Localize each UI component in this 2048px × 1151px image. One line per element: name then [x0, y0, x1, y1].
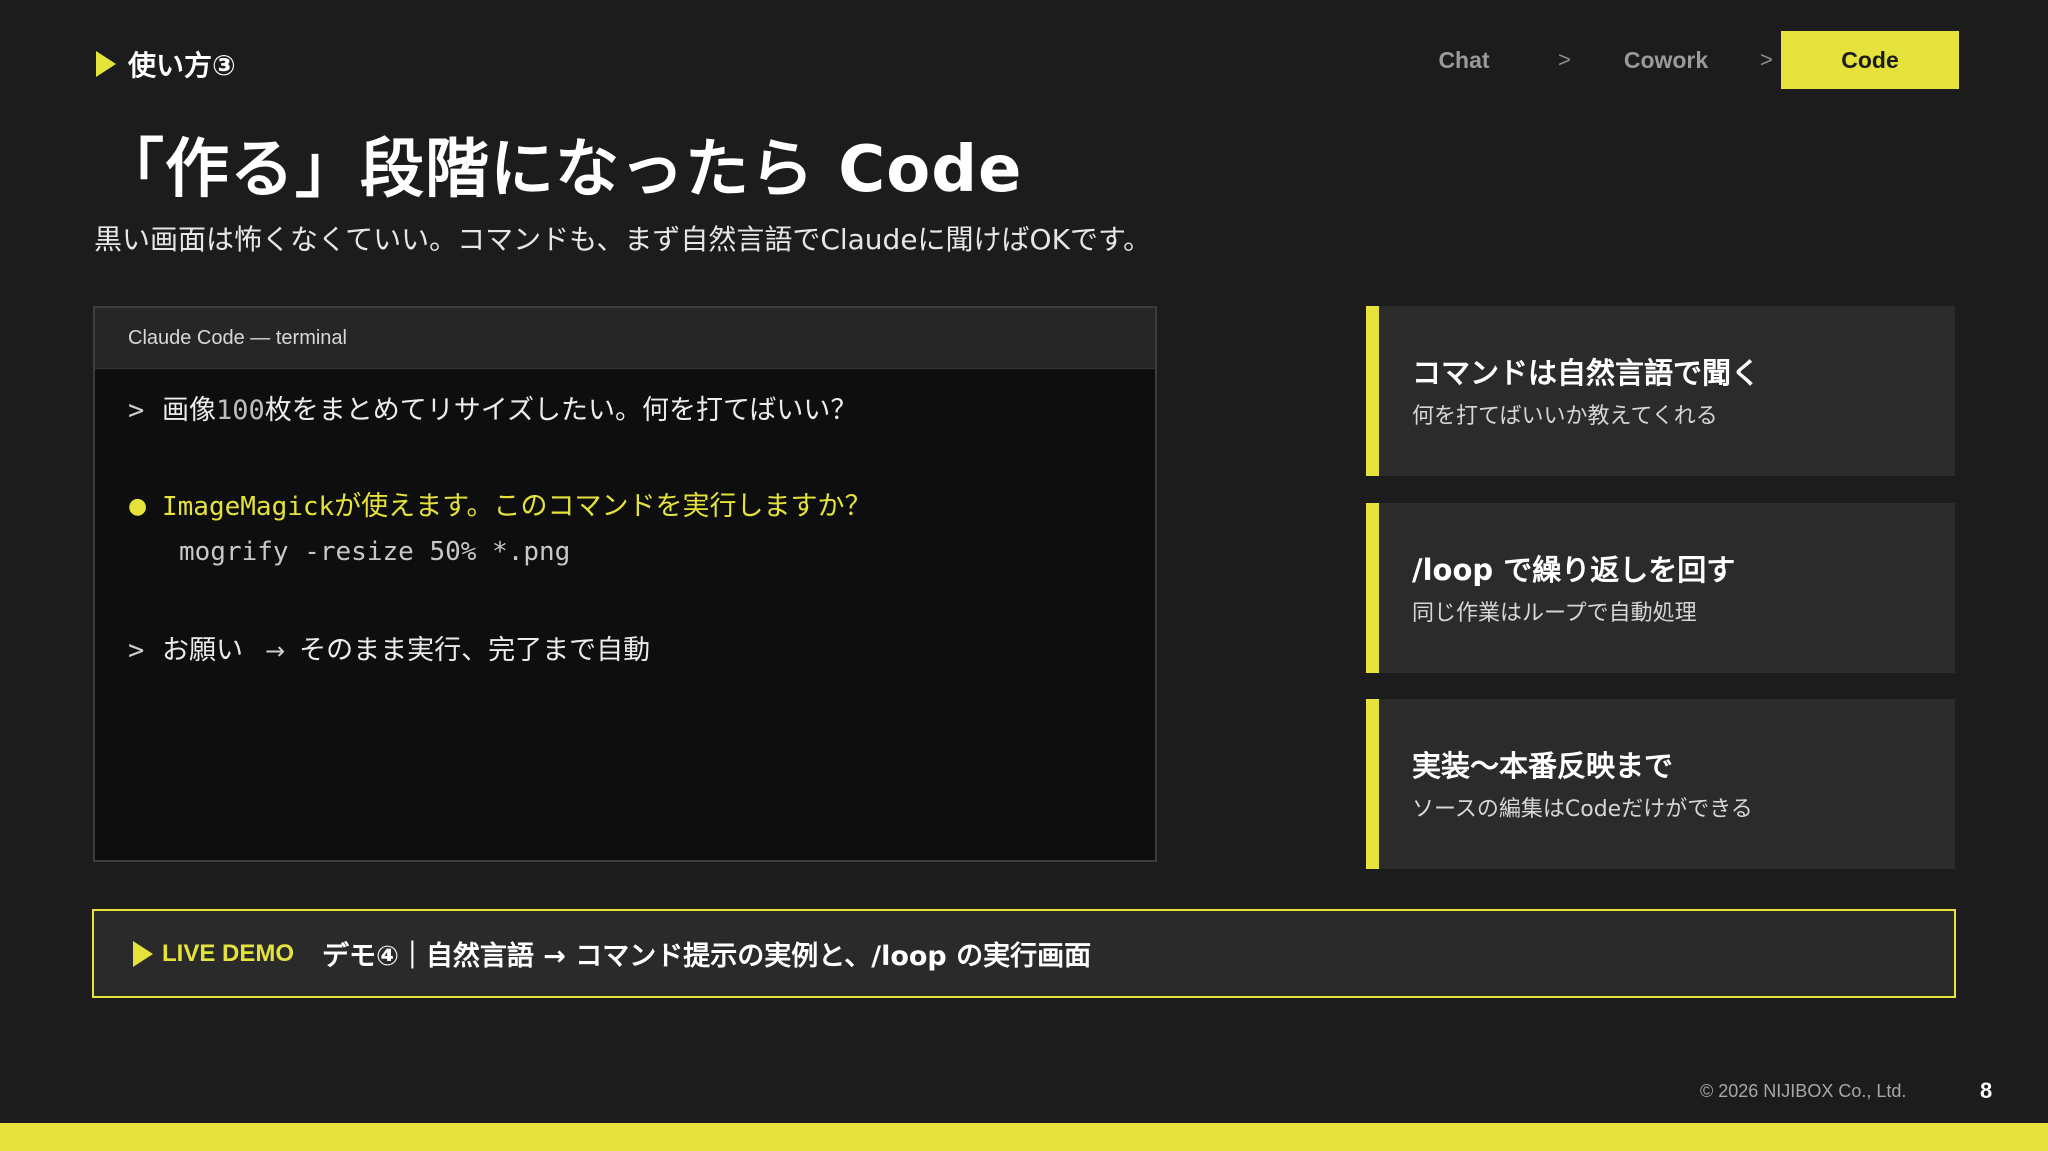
live-demo-text: デモ④｜自然言語 → コマンド提示の実例と、/loop の実行画面 [322, 941, 1092, 972]
bottom-accent-stripe [0, 1123, 2048, 1151]
step-chat: Chat [1438, 46, 1490, 73]
terminal-ai-line: ● ImageMagickが使えます。このコマンドを実行しますか？ [128, 484, 872, 523]
user-message-part: 画像 [162, 395, 216, 426]
ai-tool-name: ImageMagick [162, 492, 335, 522]
feature-card-title: コマンドは自然言語で聞く [1412, 356, 1761, 390]
play-triangle-icon [96, 51, 116, 77]
feature-card: /loop で繰り返しを回す 同じ作業はループで自動処理 [1366, 503, 1955, 673]
feature-card-title: 実装〜本番反映まで [1412, 749, 1674, 783]
step-cowork: Cowork [1623, 46, 1709, 73]
live-demo-tag: LIVE DEMO [162, 939, 295, 967]
prompt-symbol: > [128, 395, 145, 426]
play-triangle-icon [133, 940, 153, 967]
response-bullet-icon: ● [128, 494, 148, 519]
feature-card-desc: 同じ作業はループで自動処理 [1412, 601, 1697, 626]
execution-result: そのまま実行、完了まで自動 [299, 635, 651, 666]
suggested-command: mogrify -resize 50% *.png [179, 537, 571, 567]
page-subtitle: 黒い画面は怖くなくていい。コマンドも、まず自然言語でClaudeに聞けばOKです… [94, 223, 1152, 256]
arrow-right-icon: → [265, 637, 286, 665]
page-title: 「作る」段階になったら Code [100, 133, 1023, 207]
terminal-title: Claude Code — terminal [128, 326, 347, 349]
prompt-symbol: > [128, 635, 145, 666]
feature-card-desc: ソースの編集はCodeだけができる [1412, 797, 1753, 822]
section-label: 使い方③ [96, 44, 236, 84]
feature-card-title: /loop で繰り返しを回す [1412, 553, 1736, 587]
section-label-text: 使い方③ [128, 49, 236, 82]
live-demo-banner: LIVE DEMO デモ④｜自然言語 → コマンド提示の実例と、/loop の実… [92, 909, 1956, 998]
user-reply: お願い [162, 635, 243, 666]
copyright: © 2026 NIJIBOX Co., Ltd. [1700, 1081, 1907, 1101]
step-code-active: Code [1781, 31, 1959, 89]
terminal-user-line: > お願い → そのまま実行、完了まで自動 [128, 628, 650, 667]
terminal-window: Claude Code — terminal > 画像100枚をまとめてリサイズし… [93, 306, 1157, 862]
ai-response-text: が使えます。このコマンドを実行しますか？ [334, 491, 872, 522]
page-number: 8 [1980, 1078, 1993, 1103]
terminal-title-bar: Claude Code — terminal [95, 308, 1155, 369]
terminal-user-line: > 画像100枚をまとめてリサイズしたい。何を打てばいい？ [128, 388, 857, 427]
feature-card-desc: 何を打てばいいか教えてくれる [1412, 404, 1718, 429]
step-separator: > [1760, 47, 1773, 72]
user-message-part: 枚をまとめてリサイズしたい。何を打てばいい？ [264, 395, 858, 426]
user-message-number: 100 [216, 395, 265, 426]
step-separator: > [1558, 47, 1571, 72]
feature-card: コマンドは自然言語で聞く 何を打てばいいか教えてくれる [1366, 306, 1955, 476]
feature-card: 実装〜本番反映まで ソースの編集はCodeだけができる [1366, 699, 1955, 869]
terminal-command-line: mogrify -resize 50% *.png [179, 536, 570, 567]
